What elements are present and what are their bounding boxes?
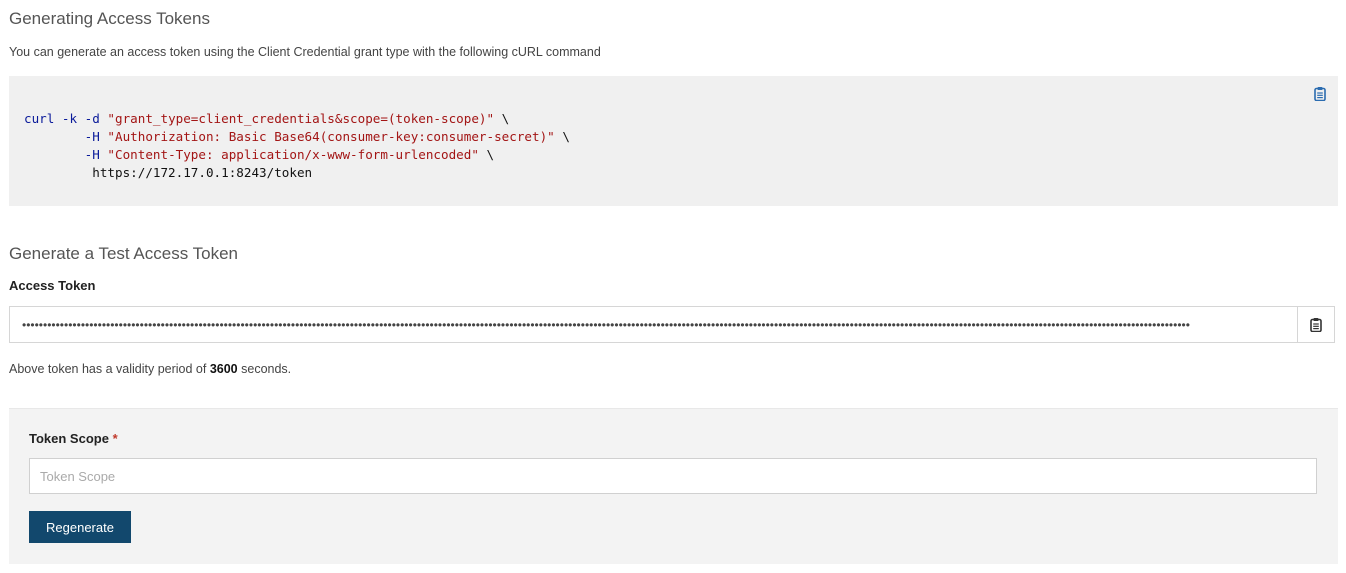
access-token-field[interactable]	[9, 306, 1297, 343]
code-line3-string: "Content-Type: application/x-www-form-ur…	[107, 147, 479, 162]
code-line2-string: "Authorization: Basic Base64(consumer-ke…	[107, 129, 555, 144]
code-line1-string: "grant_type=client_credentials&scope=(to…	[107, 111, 495, 126]
curl-code-block: curl -k -d "grant_type=client_credential…	[9, 76, 1338, 206]
token-scope-panel: Token Scope * Regenerate	[9, 408, 1338, 564]
token-scope-label: Token Scope *	[29, 431, 118, 446]
section-title: Generate a Test Access Token	[9, 244, 239, 263]
copy-code-button[interactable]	[1312, 86, 1328, 102]
regenerate-button[interactable]: Regenerate	[29, 511, 131, 543]
validity-text: Above token has a validity period of 360…	[9, 362, 291, 376]
code-line2-tail: \	[554, 129, 570, 144]
curl-command: curl -k -d "grant_type=client_credential…	[24, 110, 570, 182]
required-mark: *	[112, 431, 118, 446]
validity-value: 3600	[209, 362, 238, 376]
validity-suffix: seconds.	[237, 362, 292, 376]
code-line3-flag: -H	[24, 147, 108, 162]
token-scope-label-text: Token Scope	[29, 431, 109, 446]
code-line3-tail: \	[478, 147, 495, 162]
validity-prefix: Above token has a validity period of	[9, 362, 210, 376]
code-line4-url: https://172.17.0.1:8243/token	[24, 165, 313, 180]
token-scope-input[interactable]	[29, 458, 1317, 494]
page-title: Generating Access Tokens	[9, 9, 210, 28]
code-line1-cmd: curl -k -d	[24, 111, 108, 126]
code-line2-flag: -H	[24, 129, 108, 144]
code-line1-tail: \	[494, 111, 510, 126]
clipboard-icon	[1314, 87, 1326, 101]
access-token-row	[9, 306, 1335, 343]
access-token-label: Access Token	[9, 278, 96, 293]
copy-token-button[interactable]	[1297, 306, 1335, 343]
page-subtitle: You can generate an access token using t…	[9, 45, 601, 59]
clipboard-icon	[1310, 317, 1322, 332]
